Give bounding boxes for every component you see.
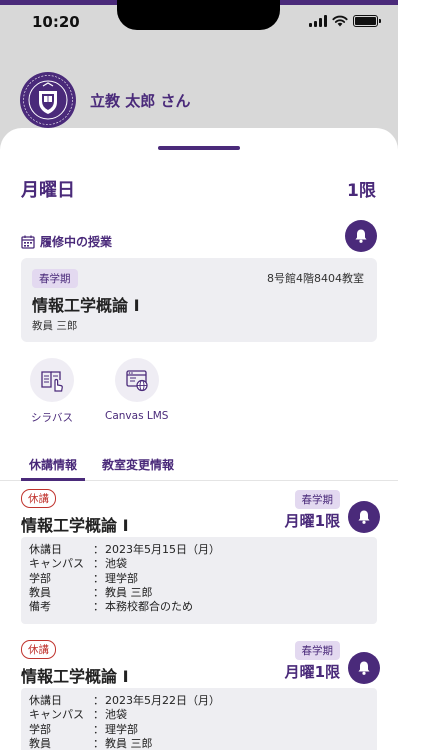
- syllabus-link[interactable]: シラバス: [30, 358, 74, 425]
- bell-icon: [358, 510, 370, 524]
- day-label: 月曜日: [21, 180, 75, 201]
- detail-colon: ：: [93, 708, 104, 722]
- detail-value: 教員 三郎: [105, 585, 153, 599]
- canvas-lms-label: Canvas LMS: [105, 410, 169, 422]
- syllabus-label: シラバス: [31, 412, 73, 424]
- detail-row: キャンパス ：池袋: [29, 557, 377, 571]
- term-badge: 春学期: [294, 490, 340, 509]
- bell-icon: [355, 229, 367, 243]
- canvas-lms-link[interactable]: Canvas LMS: [105, 358, 168, 422]
- user-name: 立教 太郎 さん: [90, 92, 191, 110]
- notice-course-title: 情報工学概論 I: [21, 667, 129, 686]
- term-badge: 春学期: [32, 269, 78, 288]
- detail-colon: ：: [93, 557, 104, 571]
- classroom-text: 8号館4階8404教室: [267, 272, 364, 285]
- detail-colon: ：: [93, 600, 104, 614]
- canvas-lms-icon-circle[interactable]: [114, 358, 159, 402]
- detail-key: キャンパス: [29, 557, 84, 571]
- calendar-icon: [21, 235, 35, 249]
- teacher-name: 教員 三郎: [32, 320, 78, 332]
- detail-value: 池袋: [105, 557, 127, 571]
- cancellation-notice[interactable]: 休講 情報工学概論 I 春学期 月曜1限 休講日： 2023年5月15日（月） キ…: [0, 488, 398, 628]
- detail-key: 備考: [29, 600, 51, 614]
- cancellation-notice[interactable]: 休講 情報工学概論 I 春学期 月曜1限 休講日： 2023年5月22日（月） キ…: [0, 639, 398, 750]
- detail-colon: ：: [93, 585, 104, 599]
- detail-colon: ：: [93, 736, 104, 750]
- detail-key: 休講日: [29, 543, 62, 556]
- detail-key: 教員: [29, 736, 51, 750]
- syllabus-icon: [41, 371, 63, 392]
- detail-key: 教員: [29, 585, 51, 599]
- detail-value: 2023年5月15日（月）: [105, 543, 220, 556]
- detail-colon: ：: [93, 722, 104, 736]
- status-time: 10:20: [32, 13, 80, 31]
- term-badge: 春学期: [294, 641, 340, 660]
- bell-icon: [358, 661, 370, 675]
- notice-details: 休講日： 2023年5月15日（月） キャンパス：池袋 学部：理学部 教員：教員 …: [21, 537, 377, 624]
- detail-row: 休講日 ： 2023年5月22日（月）: [29, 694, 377, 708]
- notification-bell-button[interactable]: [348, 501, 380, 533]
- syllabus-icon-circle[interactable]: [30, 358, 74, 402]
- device-notch: [117, 0, 280, 30]
- detail-value: 本務校都合のため: [105, 600, 193, 614]
- university-emblem-icon: [20, 72, 76, 128]
- cellular-signal-icon: [309, 15, 327, 27]
- detail-key: 休講日: [29, 694, 62, 707]
- sheet-drag-handle[interactable]: [158, 146, 240, 150]
- current-class-heading: 履修中の授業: [21, 233, 112, 250]
- current-class-label: 履修中の授業: [40, 235, 113, 249]
- detail-value: 教員 三郎: [105, 736, 153, 750]
- tab-cancellation-info[interactable]: 休講情報: [29, 456, 77, 473]
- detail-row: キャンパス ：池袋: [29, 708, 377, 722]
- detail-key: キャンパス: [29, 708, 84, 722]
- detail-row: 学部 ：理学部: [29, 572, 377, 586]
- detail-row: 備考 ：本務校都合のため: [29, 600, 377, 614]
- info-tabs: 休講情報 教室変更情報: [0, 452, 398, 481]
- wifi-icon: [332, 15, 348, 27]
- detail-value: 理学部: [105, 571, 138, 585]
- course-title: 情報工学概論 I: [32, 296, 140, 315]
- notification-bell-button[interactable]: [348, 652, 380, 684]
- detail-row: 教員 ：教員 三郎: [29, 737, 377, 750]
- notice-course-title: 情報工学概論 I: [21, 516, 129, 535]
- notice-period: 月曜1限: [284, 663, 340, 681]
- detail-key: 学部: [29, 571, 51, 585]
- detail-value: 理学部: [105, 722, 138, 736]
- period-label: 1限: [347, 181, 376, 201]
- detail-row: 学部 ：理学部: [29, 723, 377, 737]
- notice-period: 月曜1限: [284, 512, 340, 530]
- detail-value: 池袋: [105, 708, 127, 722]
- notice-details: 休講日： 2023年5月22日（月） キャンパス：池袋 学部：理学部 教員：教員 …: [21, 688, 377, 750]
- detail-colon: ：: [93, 543, 104, 556]
- canvas-lms-icon: [126, 370, 148, 392]
- detail-colon: ：: [93, 694, 104, 707]
- detail-row: 休講日 ： 2023年5月15日（月）: [29, 543, 377, 557]
- tab-room-change-info[interactable]: 教室変更情報: [102, 456, 174, 473]
- detail-colon: ：: [93, 571, 104, 585]
- detail-row: 教員 ：教員 三郎: [29, 586, 377, 600]
- notification-bell-button[interactable]: [345, 220, 377, 252]
- status-icons: [309, 15, 381, 27]
- battery-icon: [353, 15, 381, 27]
- detail-key: 学部: [29, 722, 51, 736]
- cancel-tag: 休講: [21, 640, 56, 659]
- current-class-card[interactable]: 春学期 8号館4階8404教室 情報工学概論 I 教員 三郎: [21, 258, 377, 342]
- cancel-tag: 休講: [21, 489, 56, 508]
- active-tab-indicator: [21, 478, 85, 481]
- detail-value: 2023年5月22日（月）: [105, 694, 220, 707]
